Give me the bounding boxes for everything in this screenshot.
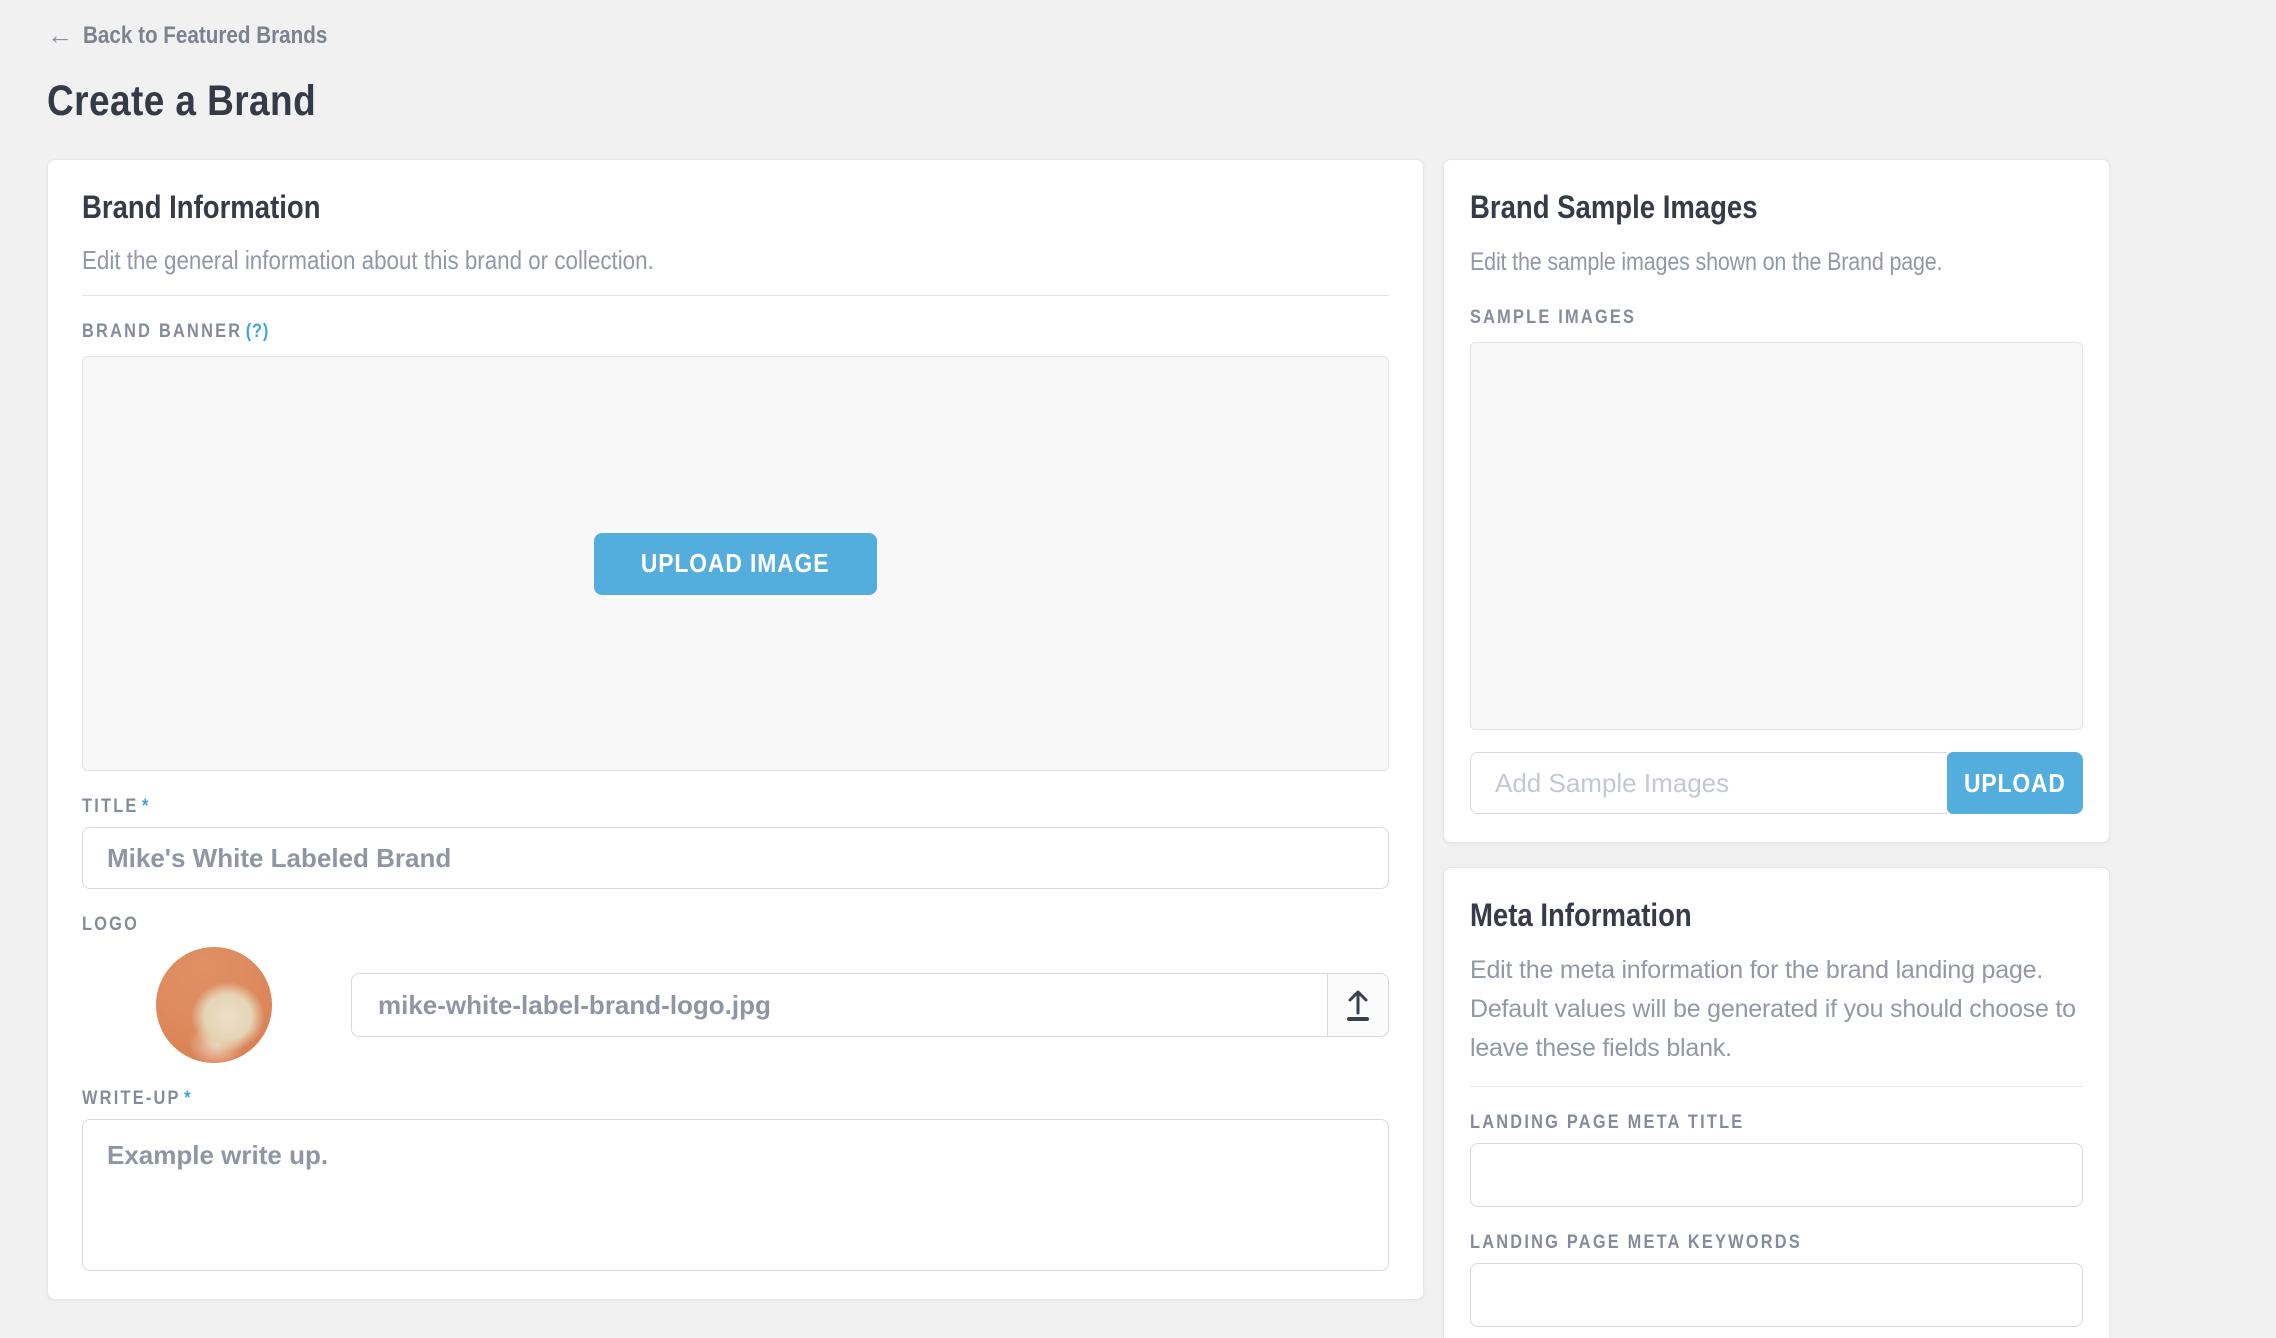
back-link-label: Back to Featured Brands: [83, 22, 327, 50]
right-column: Brand Sample Images Edit the sample imag…: [1443, 159, 2110, 1338]
content-columns: Brand Information Edit the general infor…: [47, 159, 2232, 1338]
required-asterisk: *: [142, 796, 149, 817]
meta-keywords-label: LANDING PAGE META KEYWORDS: [1470, 1231, 2083, 1255]
brand-logo-image: [156, 947, 272, 1063]
logo-filename-input[interactable]: [351, 973, 1327, 1037]
banner-help-link[interactable]: (?): [246, 321, 269, 342]
brand-information-heading: Brand Information: [82, 188, 1389, 226]
back-arrow-icon: ←: [47, 20, 73, 51]
brand-sample-images-subtitle: Edit the sample images shown on the Bran…: [1470, 243, 2083, 282]
title-input[interactable]: [82, 827, 1389, 889]
brand-sample-images-card: Brand Sample Images Edit the sample imag…: [1443, 159, 2110, 843]
upload-image-button[interactable]: UPLOAD IMAGE: [594, 533, 876, 595]
back-link[interactable]: ← Back to Featured Brands: [47, 20, 367, 51]
section-divider: [82, 295, 1389, 296]
brand-information-card: Brand Information Edit the general infor…: [47, 159, 1424, 1300]
sample-upload-button[interactable]: UPLOAD: [1947, 752, 2083, 814]
title-label: TITLE*: [82, 795, 1389, 819]
brand-banner-dropzone[interactable]: UPLOAD IMAGE: [82, 356, 1389, 771]
writeup-label: WRITE-UP*: [82, 1087, 1389, 1111]
logo-row: [82, 947, 1389, 1063]
upload-arrow-icon: [1342, 985, 1374, 1026]
create-brand-page: ← Back to Featured Brands Create a Brand…: [0, 0, 2276, 1338]
logo-upload-button[interactable]: [1327, 973, 1389, 1037]
meta-information-subtitle: Edit the meta information for the brand …: [1470, 951, 2083, 1068]
meta-title-input[interactable]: [1470, 1143, 2083, 1207]
sample-images-label: SAMPLE IMAGES: [1470, 306, 2083, 330]
brand-banner-label: BRAND BANNER(?): [82, 320, 1389, 344]
add-sample-images-group: UPLOAD: [1470, 752, 2083, 814]
meta-keywords-input[interactable]: [1470, 1263, 2083, 1327]
writeup-textarea[interactable]: [82, 1119, 1389, 1271]
required-asterisk: *: [184, 1088, 191, 1109]
section-divider: [1470, 1086, 2083, 1087]
add-sample-images-input[interactable]: [1470, 752, 1947, 814]
logo-label: LOGO: [82, 913, 1389, 937]
logo-filename-group: [351, 973, 1389, 1037]
meta-information-heading: Meta Information: [1470, 896, 2083, 934]
page-title: Create a Brand: [47, 77, 2232, 126]
sample-images-area: [1470, 342, 2083, 730]
brand-information-subtitle: Edit the general information about this …: [82, 243, 1389, 277]
meta-title-label: LANDING PAGE META TITLE: [1470, 1111, 2083, 1135]
brand-sample-images-heading: Brand Sample Images: [1470, 188, 2083, 226]
meta-information-card: Meta Information Edit the meta informati…: [1443, 867, 2110, 1338]
